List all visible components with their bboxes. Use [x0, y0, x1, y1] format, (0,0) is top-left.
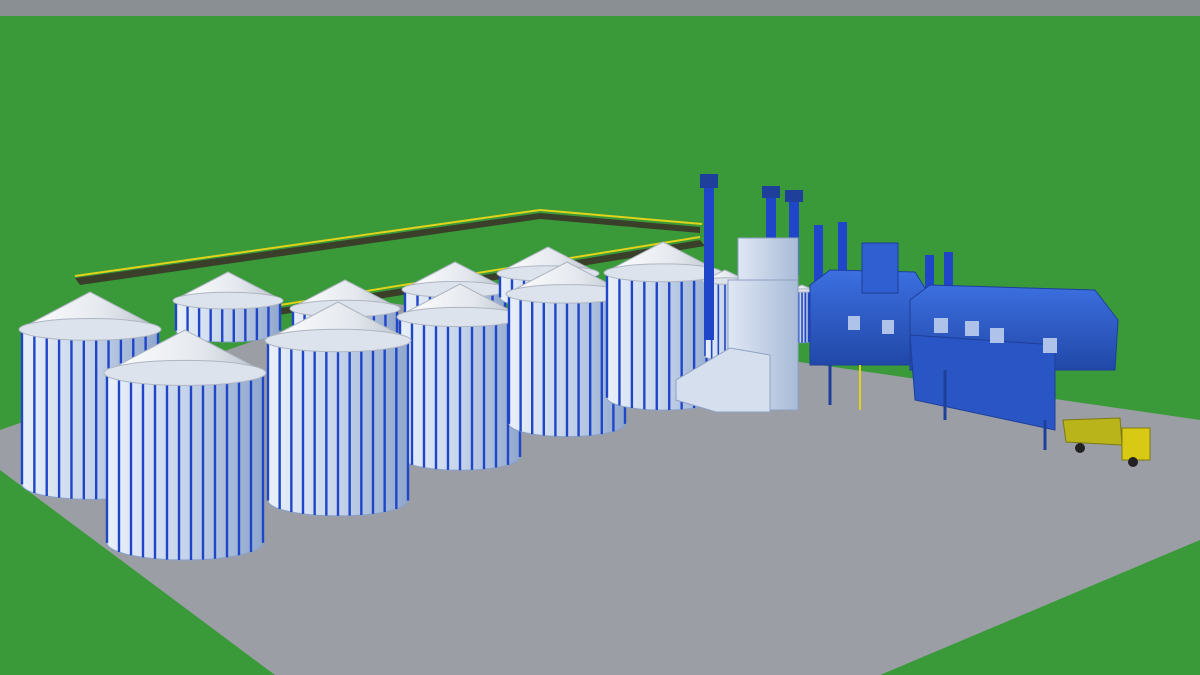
silo — [396, 283, 524, 471]
silo — [103, 329, 267, 561]
grain-storage-complex-render — [0, 0, 1200, 675]
silo — [264, 301, 412, 517]
sky-strip — [0, 0, 1200, 16]
